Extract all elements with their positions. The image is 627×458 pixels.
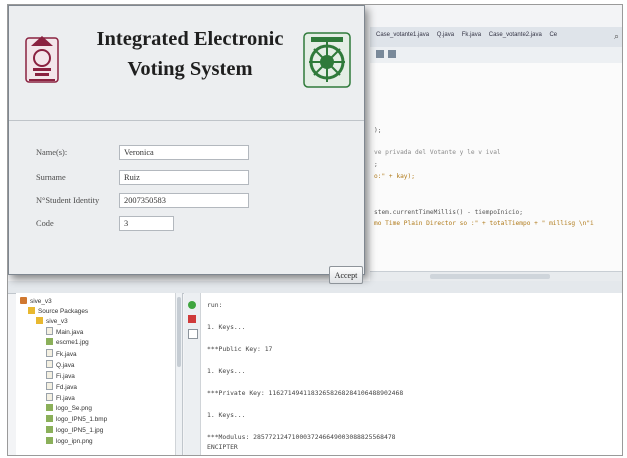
- tab-fk[interactable]: Fk.java: [462, 32, 481, 38]
- output-line: 1. Keys...: [207, 367, 246, 375]
- ipn-logo-icon: [25, 36, 59, 83]
- java-file-icon: [46, 349, 53, 357]
- java-file-icon: [46, 393, 53, 401]
- image-file-icon: [46, 415, 53, 422]
- output-console[interactable]: run: 1. Keys... ***Public Key: 17 1. Key…: [201, 293, 622, 455]
- tree-label: Q.java: [56, 362, 75, 369]
- tab-q[interactable]: Q.java: [437, 32, 454, 38]
- tree-file[interactable]: Q.java: [46, 360, 74, 369]
- output-line: 1. Keys...: [207, 411, 246, 419]
- image-file-icon: [46, 437, 53, 444]
- esime-logo-icon: [303, 32, 351, 88]
- tree-scrollbar[interactable]: [175, 293, 182, 455]
- tree-label: Fd.java: [56, 384, 77, 391]
- code-line: o:" + kay);: [374, 173, 415, 180]
- tree-label: Fk.java: [56, 351, 77, 358]
- tree-label: logo_Se.png: [56, 405, 92, 412]
- output-line: ***Public Key: 17: [207, 345, 273, 353]
- tree-file[interactable]: escme1.jpg: [46, 338, 89, 346]
- options-icon[interactable]: [188, 329, 198, 339]
- java-file-icon: [46, 371, 53, 379]
- student-id-input[interactable]: 2007350583: [119, 193, 249, 208]
- rerun-icon[interactable]: [188, 301, 196, 309]
- search-icon[interactable]: ⌕: [614, 31, 619, 42]
- tree-file[interactable]: logo_Se.png: [46, 404, 92, 412]
- tree-file[interactable]: Main.java: [46, 327, 83, 336]
- tree-label: Fl.java: [56, 395, 75, 402]
- name-label: Name(s):: [36, 148, 68, 157]
- output-line: 1. Keys...: [207, 323, 246, 331]
- tree-project[interactable]: sive_v3: [20, 297, 52, 305]
- code-line: );: [374, 127, 382, 134]
- screenshot-frame: Case_votante1.java Q.java Fk.java Case_v…: [7, 4, 623, 456]
- java-file-icon: [46, 382, 53, 390]
- code-label: Code: [36, 219, 54, 228]
- project-icon: [20, 297, 27, 304]
- code-input[interactable]: 3: [119, 216, 174, 231]
- tree-label: logo_IPN5_1.jpg: [56, 427, 104, 434]
- tree-label: logo_IPN5_1.bmp: [56, 416, 108, 423]
- surname-label: Surname: [36, 173, 66, 182]
- tree-file[interactable]: Fk.java: [46, 349, 77, 358]
- toolbar-icon[interactable]: [376, 50, 384, 58]
- editor-toolbar: [370, 47, 622, 64]
- tree-label: Main.java: [56, 329, 84, 336]
- tree-file[interactable]: Fi.java: [46, 371, 75, 380]
- java-file-icon: [46, 360, 53, 368]
- tree-file[interactable]: logo_IPN5_1.bmp: [46, 415, 107, 423]
- title-line: Voting System: [127, 58, 253, 80]
- name-input[interactable]: Veronica: [119, 145, 249, 160]
- accept-button[interactable]: Accept: [329, 266, 363, 284]
- folder-icon: [28, 307, 35, 314]
- toolbar-icon[interactable]: [388, 50, 396, 58]
- editor-tabs[interactable]: Case_votante1.java Q.java Fk.java Case_v…: [370, 27, 622, 48]
- output-line: ENCIPTER: [207, 443, 238, 451]
- code-line: ;: [374, 161, 378, 168]
- student-id-label: N°Student Identity: [36, 196, 100, 205]
- code-editor[interactable]: ); ve privada del Votante y le v ival ; …: [370, 63, 622, 271]
- dialog-title: Integrated Electronic Voting System: [85, 24, 295, 84]
- voting-dialog: Integrated Electronic Voting System Name…: [8, 5, 365, 284]
- surname-input[interactable]: Ruiz: [119, 170, 249, 185]
- output-line: run:: [207, 301, 223, 309]
- tree-file[interactable]: Fl.java: [46, 393, 75, 402]
- tab-case-votante2[interactable]: Case_votante2.java: [489, 32, 542, 38]
- tab-case-votante1[interactable]: Case_votante1.java: [376, 32, 429, 38]
- image-file-icon: [46, 426, 53, 433]
- tree-label: Source Packages: [38, 308, 89, 315]
- stop-icon[interactable]: [188, 315, 196, 323]
- output-line: ***Private Key: 116271494118326582682841…: [207, 389, 404, 397]
- dialog-separator: [9, 120, 364, 121]
- project-tree[interactable]: sive_v3 Source Packages sive_v3 Main.jav…: [16, 293, 183, 455]
- image-file-icon: [46, 338, 53, 345]
- tree-label: sive_v3: [46, 318, 68, 325]
- title-line: Integrated Electronic: [96, 28, 284, 50]
- tree-label: Fi.java: [56, 373, 75, 380]
- tree-label: escme1.jpg: [56, 339, 89, 346]
- tree-label: logo_ipn.png: [56, 438, 93, 445]
- tree-file[interactable]: logo_IPN5_1.jpg: [46, 426, 103, 434]
- package-icon: [36, 317, 43, 324]
- code-line: mo Time Plain Director so :" + totalTiem…: [374, 220, 594, 227]
- tree-source-packages[interactable]: Source Packages: [28, 307, 88, 315]
- image-file-icon: [46, 404, 53, 411]
- code-line: stem.currentTimeMillis() - tiempoInicio;: [374, 209, 524, 216]
- java-file-icon: [46, 327, 53, 335]
- tree-file[interactable]: Fd.java: [46, 382, 77, 391]
- output-line: ***Modulus: 2857721247100037246649003088…: [207, 433, 396, 441]
- tree-file[interactable]: logo_ipn.png: [46, 437, 93, 445]
- tree-package[interactable]: sive_v3: [36, 317, 68, 325]
- tab-ce[interactable]: Ce: [549, 32, 557, 38]
- code-line: ve privada del Votante y le v ival: [374, 149, 501, 156]
- tree-label: sive_v3: [30, 298, 52, 305]
